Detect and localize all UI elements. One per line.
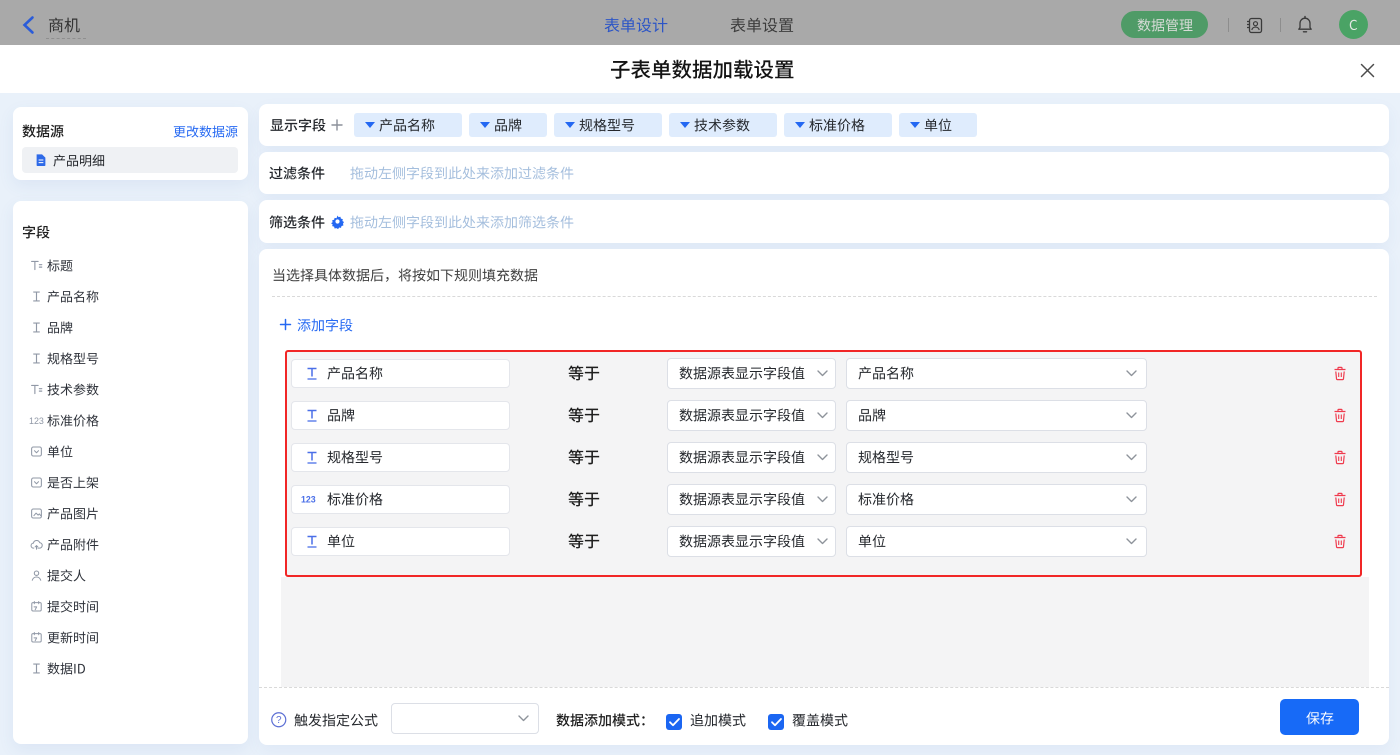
svg-text:123: 123 bbox=[29, 416, 44, 426]
svg-text:123: 123 bbox=[301, 495, 316, 505]
svg-text:?: ? bbox=[275, 715, 281, 726]
